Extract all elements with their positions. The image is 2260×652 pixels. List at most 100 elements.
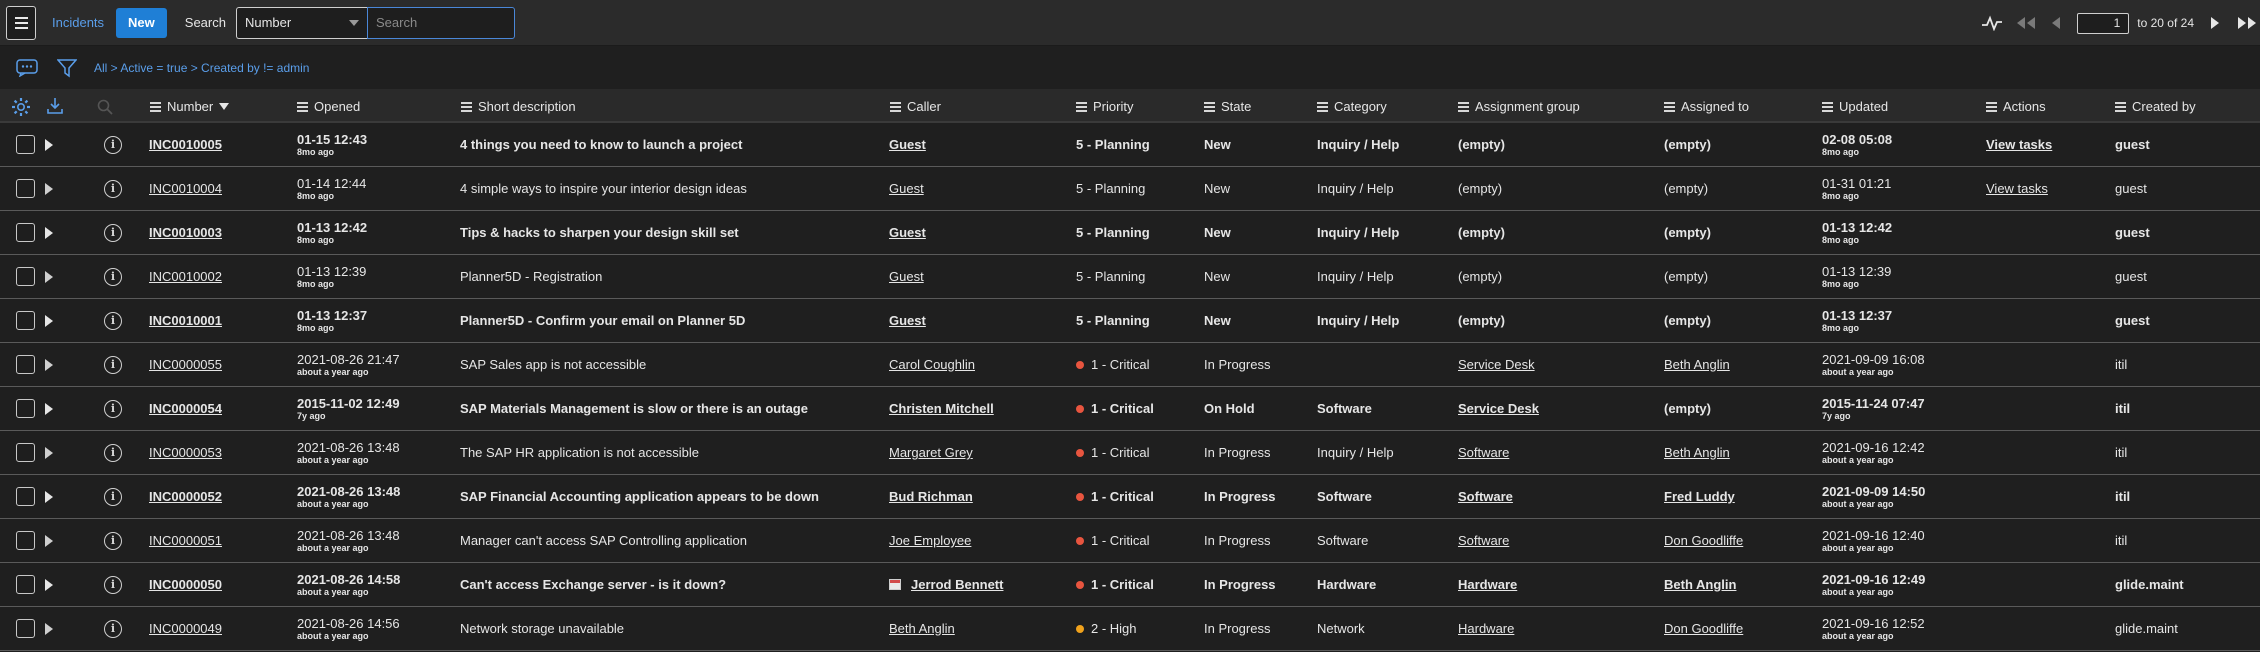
table-row[interactable]: i INC0010003 01-13 12:42 8mo ago Tips & hack… (0, 211, 2260, 255)
info-icon[interactable]: i (104, 519, 122, 562)
column-menu-icon[interactable] (1076, 101, 1087, 112)
assigned-to-value[interactable]: Beth Anglin (1664, 431, 1730, 474)
new-button[interactable]: New (116, 7, 167, 38)
page-number-input[interactable] (2077, 12, 2130, 34)
column-header-priority[interactable]: Priority (1076, 90, 1133, 123)
row-checkbox[interactable] (16, 343, 35, 386)
column-header-actions[interactable]: Actions (1986, 90, 2046, 123)
incident-number-link[interactable]: INC0010003 (149, 211, 222, 254)
column-menu-icon[interactable] (2115, 101, 2126, 112)
row-checkbox[interactable] (16, 607, 35, 650)
assignment-group-value[interactable]: Service Desk (1458, 387, 1539, 430)
column-header-assigned-to[interactable]: Assigned to (1664, 90, 1749, 123)
assignment-group-value[interactable]: Hardware (1458, 607, 1514, 650)
caller-link[interactable]: Guest (889, 181, 924, 196)
row-checkbox[interactable] (16, 123, 35, 166)
info-icon[interactable]: i (104, 255, 122, 298)
table-row[interactable]: i INC0010005 01-15 12:43 8mo ago 4 things yo… (0, 123, 2260, 167)
search-field-select[interactable]: Number (235, 6, 367, 39)
table-row[interactable]: i INC0000055 2021-08-26 21:47 about a year … (0, 343, 2260, 387)
next-page-icon[interactable] (2204, 12, 2226, 34)
row-checkbox[interactable] (16, 211, 35, 254)
column-header-caller[interactable]: Caller (890, 90, 941, 123)
info-icon[interactable]: i (104, 563, 122, 606)
incident-number-link[interactable]: INC0000051 (149, 519, 222, 562)
last-page-icon[interactable] (2234, 12, 2260, 34)
filter-funnel-icon[interactable] (54, 55, 80, 81)
chat-bubble-icon[interactable] (14, 55, 40, 81)
expand-row-icon[interactable] (45, 475, 53, 518)
caller-link[interactable]: Christen Mitchell (889, 401, 994, 416)
column-header-updated[interactable]: Updated (1822, 90, 1888, 123)
assigned-to-value[interactable]: Beth Anglin (1664, 563, 1736, 606)
first-page-icon[interactable] (2013, 12, 2039, 34)
info-icon[interactable]: i (104, 167, 122, 210)
incident-number-link[interactable]: INC0000050 (149, 563, 222, 606)
table-row[interactable]: i INC0000049 2021-08-26 14:56 about a year … (0, 607, 2260, 651)
activity-pulse-icon[interactable] (1981, 12, 2003, 34)
incident-number-link[interactable]: INC0000053 (149, 431, 222, 474)
row-checkbox[interactable] (16, 167, 35, 210)
column-menu-icon[interactable] (1664, 101, 1675, 112)
caller-link[interactable]: Beth Anglin (889, 621, 955, 636)
expand-row-icon[interactable] (45, 167, 53, 210)
table-row[interactable]: i INC0010002 01-13 12:39 8mo ago Planner5D -… (0, 255, 2260, 299)
assignment-group-value[interactable]: Software (1458, 519, 1509, 562)
table-row[interactable]: i INC0000051 2021-08-26 13:48 about a year … (0, 519, 2260, 563)
assigned-to-value[interactable]: Beth Anglin (1664, 343, 1730, 386)
table-row[interactable]: i INC0010001 01-13 12:37 8mo ago Planner5D -… (0, 299, 2260, 343)
column-header-state[interactable]: State (1204, 90, 1251, 123)
previous-page-icon[interactable] (2045, 12, 2067, 34)
column-search-icon[interactable] (97, 90, 113, 123)
view-tasks-link[interactable]: View tasks (1986, 167, 2048, 210)
table-row[interactable]: i INC0000053 2021-08-26 13:48 about a year … (0, 431, 2260, 475)
expand-row-icon[interactable] (45, 343, 53, 386)
expand-row-icon[interactable] (45, 387, 53, 430)
view-tasks-link[interactable]: View tasks (1986, 123, 2052, 166)
column-menu-icon[interactable] (297, 101, 308, 112)
info-icon[interactable]: i (104, 211, 122, 254)
assignment-group-value[interactable]: Software (1458, 475, 1513, 518)
column-menu-icon[interactable] (1204, 101, 1215, 112)
incident-number-link[interactable]: INC0010002 (149, 255, 222, 298)
incident-number-link[interactable]: INC0000055 (149, 343, 222, 386)
assignment-group-value[interactable]: Service Desk (1458, 343, 1535, 386)
search-input[interactable] (366, 6, 515, 39)
settings-gear-icon[interactable] (11, 90, 31, 123)
assignment-group-value[interactable]: Hardware (1458, 563, 1517, 606)
info-icon[interactable]: i (104, 387, 122, 430)
assigned-to-value[interactable]: Don Goodliffe (1664, 607, 1743, 650)
expand-row-icon[interactable] (45, 123, 53, 166)
info-icon[interactable]: i (104, 475, 122, 518)
info-icon[interactable]: i (104, 343, 122, 386)
expand-row-icon[interactable] (45, 607, 53, 650)
column-header-number[interactable]: Number (150, 90, 230, 123)
column-header-short-description[interactable]: Short description (461, 90, 576, 123)
row-checkbox[interactable] (16, 431, 35, 474)
expand-row-icon[interactable] (45, 431, 53, 474)
row-checkbox[interactable] (16, 563, 35, 606)
table-row[interactable]: i INC0000050 2021-08-26 14:58 about a year … (0, 563, 2260, 607)
caller-link[interactable]: Bud Richman (889, 489, 973, 504)
incident-number-link[interactable]: INC0010004 (149, 167, 222, 210)
table-row[interactable]: i INC0000052 2021-08-26 13:48 about a year … (0, 475, 2260, 519)
column-header-assignment-group[interactable]: Assignment group (1458, 90, 1580, 123)
caller-link[interactable]: Guest (889, 225, 926, 240)
caller-link[interactable]: Guest (889, 137, 926, 152)
caller-link[interactable]: Guest (889, 269, 924, 284)
list-title[interactable]: Incidents (52, 15, 104, 30)
row-checkbox[interactable] (16, 519, 35, 562)
filter-breadcrumb[interactable]: All > Active = true > Created by != admi… (94, 61, 309, 75)
assignment-group-value[interactable]: Software (1458, 431, 1509, 474)
incident-number-link[interactable]: INC0000052 (149, 475, 222, 518)
caller-link[interactable]: Jerrod Bennett (911, 577, 1003, 592)
info-icon[interactable]: i (104, 607, 122, 650)
column-menu-icon[interactable] (461, 101, 472, 112)
caller-link[interactable]: Margaret Grey (889, 445, 973, 460)
incident-number-link[interactable]: INC0000049 (149, 607, 222, 650)
column-header-category[interactable]: Category (1317, 90, 1387, 123)
column-menu-icon[interactable] (1317, 101, 1328, 112)
caller-link[interactable]: Guest (889, 313, 926, 328)
column-header-opened[interactable]: Opened (297, 90, 360, 123)
expand-row-icon[interactable] (45, 299, 53, 342)
